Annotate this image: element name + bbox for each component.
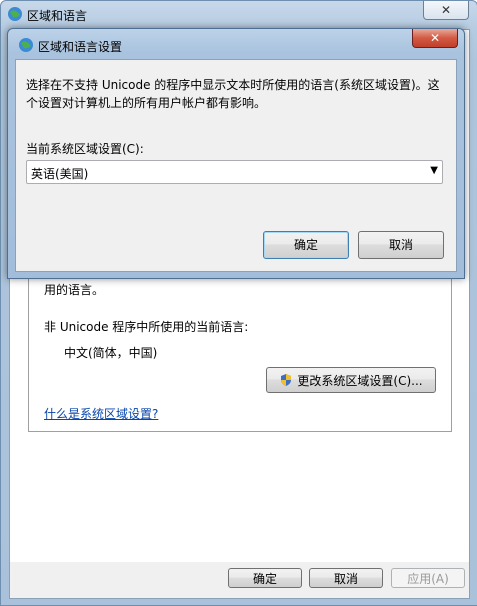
system-locale-label: 当前系统区域设置(C): <box>26 142 144 156</box>
shield-icon <box>281 374 292 386</box>
current-language-label: 非 Unicode 程序中所使用的当前语言: <box>44 320 249 334</box>
apply-button[interactable]: 应用(A) <box>391 568 465 588</box>
current-language-value: 中文(简体，中国) <box>64 346 158 360</box>
system-locale-select[interactable]: 英语(美国) ▼ <box>26 160 443 184</box>
window-title: 区域和语言 <box>27 9 88 23</box>
dialog-ok-button[interactable]: 确定 <box>263 231 349 259</box>
cancel-button[interactable]: 取消 <box>309 568 383 588</box>
globe-icon <box>8 7 22 21</box>
ok-button[interactable]: 确定 <box>228 568 302 588</box>
system-locale-help-link[interactable]: 什么是系统区域设置? <box>44 405 158 422</box>
panel-text-line: 用的语言。 <box>44 283 105 297</box>
window-close-button[interactable]: ✕ <box>423 1 469 20</box>
change-system-locale-button[interactable]: 更改系统区域设置(C)... <box>266 367 436 393</box>
dialog-description: 选择在不支持 Unicode 的程序中显示文本时所使用的语言(系统区域设置)。这… <box>26 78 440 110</box>
globe-icon <box>19 38 33 52</box>
window-button-bar: 确定 取消 应用(A) <box>10 562 469 598</box>
dialog-client-area: 选择在不支持 Unicode 的程序中显示文本时所使用的语言(系统区域设置)。这… <box>15 59 457 272</box>
system-locale-selected: 英语(美国) <box>31 167 89 181</box>
dialog-title: 区域和语言设置 <box>38 40 123 54</box>
chevron-down-icon: ▼ <box>430 165 438 176</box>
change-system-locale-label: 更改系统区域设置(C)... <box>297 373 423 388</box>
region-language-settings-dialog: 区域和语言设置 ✕ 选择在不支持 Unicode 的程序中显示文本时所使用的语言… <box>7 28 465 279</box>
dialog-cancel-button[interactable]: 取消 <box>358 231 444 259</box>
dialog-close-button[interactable]: ✕ <box>412 29 458 48</box>
